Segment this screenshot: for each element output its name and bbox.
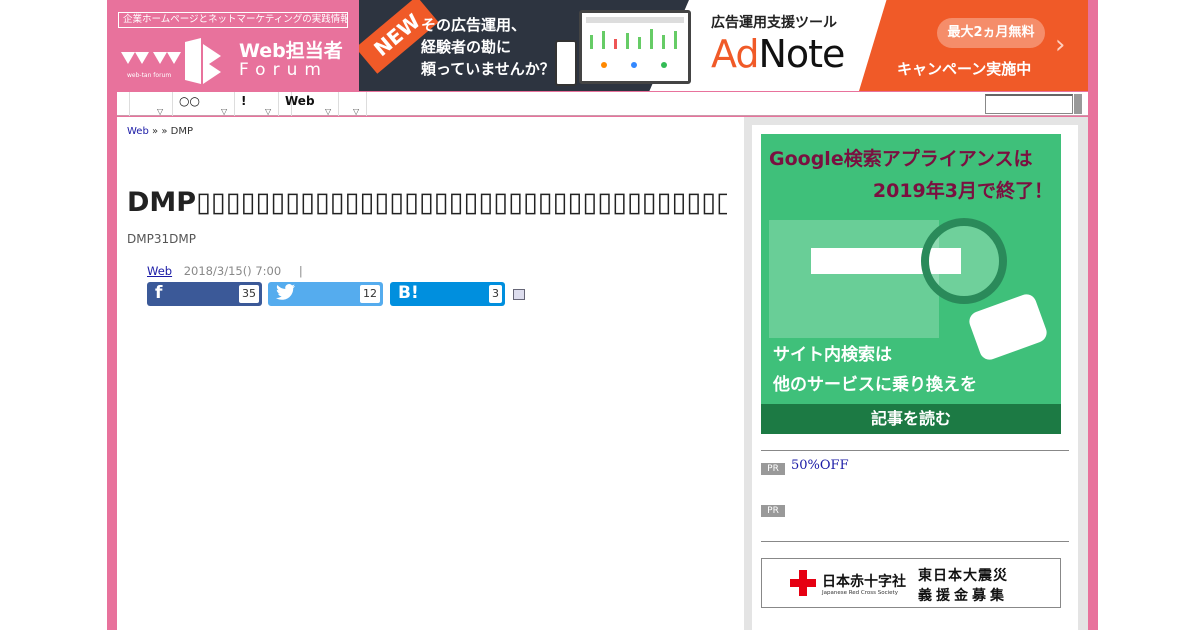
dashboard-chart-icon [586, 17, 684, 68]
banner-phone-image [555, 40, 577, 86]
nav-item-1[interactable]: ▽ [129, 92, 173, 116]
breadcrumb-separator: » [161, 126, 168, 137]
pr-ad-link[interactable]: PR [761, 500, 791, 517]
facebook-icon: f [155, 283, 163, 303]
article-main: Web » » DMP DMP▯▯▯▯▯▯▯▯▯▯▯▯▯▯▯▯▯▯▯▯▯▯▯▯▯… [117, 117, 744, 630]
logo-small-text: web-tan forum [127, 72, 172, 79]
header-banner-ad[interactable]: NEW その広告運用、 経験者の勘に 頼っていませんか？ 広告運用支援ツール A… [359, 0, 1088, 91]
breadcrumb-separator: » [152, 126, 159, 137]
twitter-icon [276, 283, 296, 306]
nav-item-6[interactable]: ▽ [339, 92, 367, 116]
red-cross-icon [790, 570, 816, 596]
banner-copy-line3: 頼っていませんか？ [421, 60, 555, 78]
donation-title: 東日本大震災 [918, 568, 1008, 584]
sidebar: Google検索アプライアンスは 2019年3月で終了！ サイト内検索は 他のサ… [752, 125, 1078, 630]
facebook-share-count: 35 [239, 285, 259, 303]
banner-brand-a: Ad [711, 32, 759, 76]
red-cross-english-name: Japanese Red Cross Society [822, 590, 898, 596]
page-frame: 企業ホームページとネットマーケティングの実践情報サイト web-tan foru… [107, 0, 1098, 630]
pr-ad-link[interactable]: PR 50%OFF [761, 458, 849, 475]
site-header: 企業ホームページとネットマーケティングの実践情報サイト web-tan foru… [117, 0, 1088, 91]
ad-read-article-button[interactable]: 記事を読む [761, 404, 1061, 434]
pr-ad-text: 50%OFF [791, 458, 849, 473]
nav-item-web[interactable]: Web ▽ [279, 92, 339, 116]
ad-window-graphic [769, 220, 939, 338]
donation-subtitle: 義援金募集 [918, 588, 1008, 604]
meta-divider: | [298, 264, 303, 278]
hatena-icon: B! [398, 283, 419, 303]
ad-text-1: サイト内検索は [773, 345, 892, 365]
hatena-bookmark-button[interactable]: B! 3 [390, 282, 505, 306]
logo-word-web: Web担当者 [239, 40, 343, 62]
banner-brand-logo: AdNote [711, 32, 845, 76]
dropdown-arrow-icon: ▽ [157, 107, 164, 116]
red-cross-name: 日本赤十字社 [822, 574, 906, 590]
facebook-share-button[interactable]: f 35 [147, 282, 262, 306]
main-navigation: ▽ ○○ ▽ ! ▽ Web ▽ ▽ [117, 92, 1088, 116]
nav-item-3[interactable]: ! ▽ [235, 92, 279, 116]
google-appliance-ad[interactable]: Google検索アプライアンスは 2019年3月で終了！ サイト内検索は 他のサ… [761, 134, 1061, 434]
magnifier-icon [921, 218, 1007, 304]
twitter-share-button[interactable]: 12 [268, 282, 383, 306]
category-link[interactable]: Web [147, 264, 172, 278]
breadcrumb-home-link[interactable]: Web [127, 126, 149, 137]
banner-brand-b: Note [758, 32, 845, 76]
hand-graphic [966, 291, 1050, 363]
pr-badge: PR [761, 505, 785, 517]
pr-badge: PR [761, 463, 785, 475]
nav-item-2[interactable]: ○○ ▽ [173, 92, 235, 116]
dropdown-arrow-icon: ▽ [353, 107, 360, 116]
banner-copy: その広告運用、 経験者の勘に 頼っていませんか？ [421, 14, 555, 80]
print-icon[interactable] [513, 289, 525, 300]
banner-service-label: 広告運用支援ツール [711, 15, 837, 31]
divider [761, 541, 1069, 542]
logo-word-forum: Forum [239, 60, 328, 80]
dropdown-arrow-icon: ▽ [221, 107, 228, 116]
chevron-right-icon: › [1055, 30, 1066, 60]
breadcrumb: Web » » DMP [127, 126, 193, 137]
banner-laptop-image [579, 10, 691, 84]
ad-headline-2: 2019年3月で終了！ [872, 180, 1053, 202]
article-meta: Web 2018/3/15() 7:00 | [147, 264, 303, 278]
search-button[interactable] [1074, 94, 1082, 114]
hatena-bookmark-count: 3 [489, 285, 502, 303]
article-subtitle: DMP31DMP [127, 232, 196, 246]
banner-copy-line2: 経験者の勘に [421, 38, 512, 56]
banner-cta-text: キャンペーン実施中 [897, 60, 1032, 78]
twitter-share-count: 12 [360, 285, 380, 303]
breadcrumb-current: DMP [170, 126, 193, 137]
site-logo[interactable]: 企業ホームページとネットマーケティングの実践情報サイト web-tan foru… [117, 0, 359, 91]
dropdown-arrow-icon: ▽ [325, 107, 332, 116]
ad-text-2: 他のサービスに乗り換えを [773, 375, 977, 395]
article-title: DMP▯▯▯▯▯▯▯▯▯▯▯▯▯▯▯▯▯▯▯▯▯▯▯▯▯▯▯▯▯▯▯▯▯▯▯▯▯… [127, 187, 727, 218]
red-cross-donation-banner[interactable]: 日本赤十字社 Japanese Red Cross Society 東日本大震災… [761, 558, 1061, 608]
site-tagline: 企業ホームページとネットマーケティングの実践情報サイト [118, 12, 348, 28]
search-input[interactable] [985, 94, 1073, 114]
dropdown-arrow-icon: ▽ [265, 107, 272, 116]
publish-date: 2018/3/15() 7:00 [183, 264, 282, 278]
divider [761, 450, 1069, 451]
banner-copy-line1: その広告運用、 [421, 16, 527, 34]
banner-free-pill: 最大2ヵ月無料 [937, 18, 1045, 48]
ad-headline-1: Google検索アプライアンスは [769, 148, 1033, 170]
